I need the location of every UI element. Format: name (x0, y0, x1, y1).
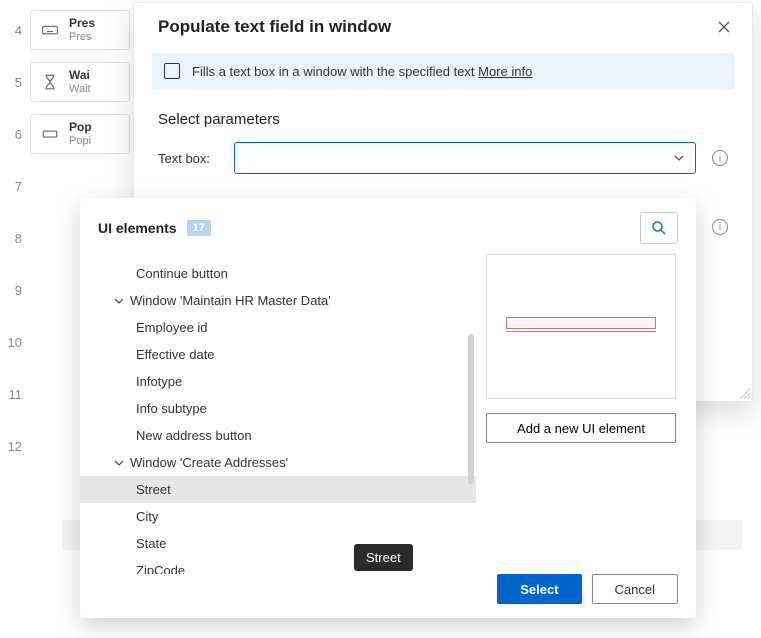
step-number: 6 (0, 127, 30, 142)
tree-group-label: Window 'Maintain HR Master Data' (130, 293, 331, 308)
step-card[interactable]: Pres Pres (30, 10, 130, 49)
step-title: Wai (69, 69, 91, 82)
info-text: Fills a text box in a window with the sp… (192, 64, 478, 79)
step-5: 5 Wai Wait (0, 62, 130, 102)
tree-item-info-subtype[interactable]: Info subtype (80, 395, 476, 422)
textbox-icon (41, 125, 59, 143)
chevron-down-icon (114, 458, 124, 468)
step-number: 4 (0, 23, 30, 38)
step-number: 10 (0, 335, 30, 350)
step-number: 8 (0, 231, 30, 246)
tree-item-street[interactable]: Street (80, 476, 476, 503)
elements-count-badge: 17 (187, 220, 211, 236)
step-card[interactable]: Wai Wait (30, 62, 130, 101)
step-number: 11 (0, 387, 30, 402)
elements-tree: Continue button Window 'Maintain HR Mast… (80, 254, 476, 574)
step-number: 12 (0, 439, 30, 454)
add-ui-element-button[interactable]: Add a new UI element (486, 413, 676, 443)
tree-item-state[interactable]: State (80, 530, 476, 557)
textfield-icon (164, 63, 180, 79)
step-number: 5 (0, 75, 30, 90)
search-icon (650, 219, 668, 237)
step-title: Pres (69, 17, 95, 30)
step-number: 9 (0, 283, 30, 298)
scrollbar[interactable] (468, 334, 474, 484)
close-icon[interactable] (716, 19, 732, 35)
step-6: 6 Pop Popi (0, 114, 130, 154)
modal-title: Populate text field in window (158, 17, 391, 37)
step-sub: Popi (69, 135, 92, 147)
section-title: Select parameters (158, 111, 752, 128)
info-icon[interactable]: i (712, 150, 728, 166)
tree-item-infotype[interactable]: Infotype (80, 368, 476, 395)
textbox-dropdown[interactable] (234, 142, 696, 174)
resize-grip-icon[interactable] (738, 387, 750, 399)
select-button[interactable]: Select (497, 574, 581, 604)
chevron-down-icon (673, 152, 685, 164)
step-title: Pop (69, 121, 92, 134)
search-button[interactable] (640, 212, 678, 244)
tree-item-city[interactable]: City (80, 503, 476, 530)
step-card[interactable]: Pop Popi (30, 114, 130, 153)
keyboard-icon (41, 21, 59, 39)
step-sub: Wait (69, 83, 91, 95)
element-preview (486, 254, 676, 399)
tree-item-employee-id[interactable]: Employee id (80, 314, 476, 341)
chevron-down-icon (114, 296, 124, 306)
tree-item-continue[interactable]: Continue button (80, 260, 476, 287)
tree-item-effective-date[interactable]: Effective date (80, 341, 476, 368)
step-sub: Pres (69, 31, 95, 43)
param-label-textbox: Text box: (158, 151, 218, 166)
info-icon[interactable]: i (712, 219, 728, 235)
preview-pane: Add a new UI element (476, 254, 696, 574)
more-info-link[interactable]: More info (478, 64, 532, 79)
info-strip: Fills a text box in a window with the sp… (152, 53, 734, 89)
ui-elements-picker: UI elements 17 Continue button Window 'M… (80, 198, 696, 618)
step-number: 7 (0, 179, 30, 194)
step-4: 4 Pres Pres (0, 10, 130, 50)
tree-item-zipcode[interactable]: ZipCode (80, 557, 476, 574)
hourglass-icon (41, 73, 59, 91)
tree-group-label: Window 'Create Addresses' (130, 455, 288, 470)
tree-group-create-addresses[interactable]: Window 'Create Addresses' (80, 449, 476, 476)
picker-title: UI elements (98, 220, 177, 236)
tooltip-street: Street (354, 544, 413, 571)
tree-group-maintain-hr[interactable]: Window 'Maintain HR Master Data' (80, 287, 476, 314)
cancel-button[interactable]: Cancel (592, 574, 678, 604)
tree-item-new-address[interactable]: New address button (80, 422, 476, 449)
